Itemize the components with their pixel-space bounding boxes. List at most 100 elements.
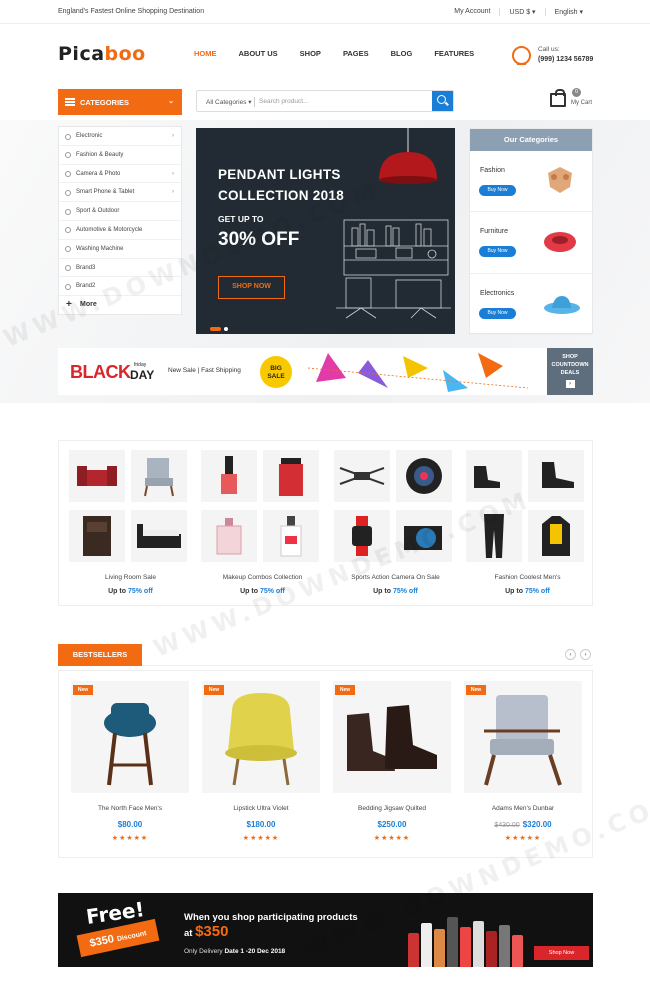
product-image[interactable] (464, 681, 582, 793)
menu-item[interactable]: Brand3 (59, 259, 181, 278)
product-price: $250.00 (377, 820, 407, 829)
product-thumb[interactable] (131, 510, 187, 562)
call-phone[interactable]: (999) 1234 56789 (538, 56, 593, 63)
product-name[interactable]: Bedding Jigsaw Quilted (333, 805, 451, 812)
electronics-image (544, 295, 580, 314)
menu-item[interactable]: Washing Machine (59, 240, 181, 259)
product-card[interactable]: New Adams Men's Dunbar $430.00 $320.00 ★★… (464, 681, 582, 853)
menu-item[interactable]: Sport & Outdoor (59, 202, 181, 221)
nav-features[interactable]: FEATURES (434, 49, 474, 58)
product-name[interactable]: Adams Men's Dunbar (464, 805, 582, 812)
product-thumb[interactable] (466, 450, 522, 502)
my-account-link[interactable]: My Account (445, 8, 499, 16)
leather-boots-image (347, 705, 437, 771)
rating-stars: ★★★★★ (504, 835, 542, 842)
product-thumb[interactable] (131, 450, 187, 502)
product-image[interactable] (202, 681, 320, 793)
product-thumb[interactable] (396, 510, 452, 562)
confetti-decoration (308, 353, 528, 392)
hero-title-line2: COLLECTION 2018 (218, 188, 345, 203)
discount-word: Discount (116, 930, 148, 944)
product-card[interactable]: New The North Face Men's $80.00 ★★★★★ (71, 681, 189, 853)
category-card-electronics[interactable]: Electronics Buy Now (470, 274, 592, 335)
discount-amount: $350 (88, 933, 116, 950)
menu-item[interactable]: Fashion & Beauty (59, 146, 181, 165)
combo-cameras[interactable]: Sports Action Camera On Sale Up to 75% o… (334, 450, 457, 600)
nav-home[interactable]: HOME (194, 49, 217, 58)
product-thumb[interactable] (201, 510, 257, 562)
product-thumb[interactable] (263, 510, 319, 562)
product-thumb[interactable] (69, 450, 125, 502)
site-logo[interactable]: Picaboo (58, 43, 146, 65)
buy-now-button[interactable]: Buy Now (479, 246, 516, 258)
menu-item[interactable]: Brand2 (59, 277, 181, 297)
nav-blog[interactable]: BLOG (391, 49, 413, 58)
product-card[interactable]: New Bedding Jigsaw Quilted $250.00 ★★★★★ (333, 681, 451, 853)
offer-prefix: Up to (108, 588, 127, 595)
plus-icon: + (66, 299, 72, 310)
product-thumb[interactable] (334, 510, 390, 562)
search-button[interactable] (432, 91, 453, 111)
currency-select[interactable]: USD $ ▾ (499, 8, 544, 16)
hero-slider[interactable]: PENDANT LIGHTS COLLECTION 2018 GET UP TO … (196, 128, 455, 334)
product-thumb[interactable] (528, 510, 584, 562)
buy-now-button[interactable]: Buy Now (479, 185, 516, 196)
cart[interactable]: 0 My Cart (548, 88, 598, 114)
product-thumb[interactable] (334, 450, 390, 502)
product-thumb[interactable] (528, 450, 584, 502)
product-thumb[interactable] (69, 510, 125, 562)
product-thumb[interactable] (263, 450, 319, 502)
product-image[interactable] (71, 681, 189, 793)
black-friday-banner[interactable]: BLACK friday DAY New Sale | Fast Shippin… (58, 348, 593, 395)
prev-arrow-icon[interactable]: ‹ (565, 649, 576, 660)
search-category-select[interactable]: All Categories ▾ (206, 98, 252, 106)
product-thumb[interactable] (396, 450, 452, 502)
combo-mens-fashion[interactable]: Fashion Coolest Men's Up to 75% off (466, 450, 589, 600)
menu-item[interactable]: Camera & Photo › (59, 165, 181, 184)
buy-now-button[interactable]: Buy Now (479, 307, 516, 319)
nav-shop[interactable]: SHOP (300, 49, 321, 58)
more-categories[interactable]: + More (58, 295, 182, 315)
yellow-chair-image (225, 693, 297, 786)
menu-item[interactable]: Electronic › (59, 127, 181, 146)
offer-prefix: Up to (505, 588, 524, 595)
next-arrow-icon[interactable]: › (580, 649, 591, 660)
slider-dot-active[interactable] (210, 327, 221, 331)
category-menu: Electronic › Fashion & Beauty Camera & Ph… (58, 126, 182, 315)
cosmetics-products-image (408, 911, 528, 967)
product-image[interactable] (333, 681, 451, 793)
promo-banner[interactable]: Free! $350 Discount When you shop partic… (58, 893, 593, 967)
slider-dot[interactable] (224, 327, 228, 331)
chevron-down-icon: ⌄ (168, 98, 174, 105)
language-select[interactable]: English ▾ (544, 8, 592, 16)
product-card[interactable]: New Lipstick Ultra Violet $180.00 ★★★★★ (202, 681, 320, 853)
new-badge: New (73, 685, 93, 695)
menu-item[interactable]: Smart Phone & Tablet › (59, 183, 181, 203)
product-thumb[interactable] (466, 510, 522, 562)
product-name[interactable]: Lipstick Ultra Violet (202, 805, 320, 812)
product-name[interactable]: The North Face Men's (71, 805, 189, 812)
shop-now-promo-button[interactable]: Shop Now (534, 946, 589, 960)
category-card-furniture[interactable]: Furniture Buy Now (470, 212, 592, 274)
chevron-right-icon: › (172, 170, 174, 177)
offer-percent: 75% off (392, 588, 418, 595)
combo-makeup[interactable]: Makeup Combos Collection Up to 75% off (201, 450, 324, 600)
old-price: $430.00 (494, 822, 520, 829)
new-badge: New (335, 685, 355, 695)
big-label: BIG (270, 365, 282, 372)
categories-button[interactable]: CATEGORIES ⌄ (58, 89, 182, 115)
shop-now-button[interactable]: SHOP NOW (218, 276, 285, 299)
nav-about[interactable]: ABOUT US (239, 49, 278, 58)
combo-offer: Up to 75% off (69, 588, 192, 595)
nav-pages[interactable]: PAGES (343, 49, 369, 58)
product-thumb[interactable] (201, 450, 257, 502)
category-name: Furniture (480, 228, 509, 236)
countdown-deals-button[interactable]: SHOP COUNTDOWN DEALS › (547, 348, 593, 395)
category-card-fashion[interactable]: Fashion Buy Now (470, 151, 592, 213)
combo-living-room[interactable]: Living Room Sale Up to 75% off (69, 450, 192, 600)
bed-image (137, 524, 181, 548)
search-input[interactable]: Search product... (259, 98, 309, 105)
slider-dots (210, 318, 231, 334)
menu-item[interactable]: Automotive & Motorcycle (59, 221, 181, 240)
call-label: Call us: (538, 46, 560, 53)
